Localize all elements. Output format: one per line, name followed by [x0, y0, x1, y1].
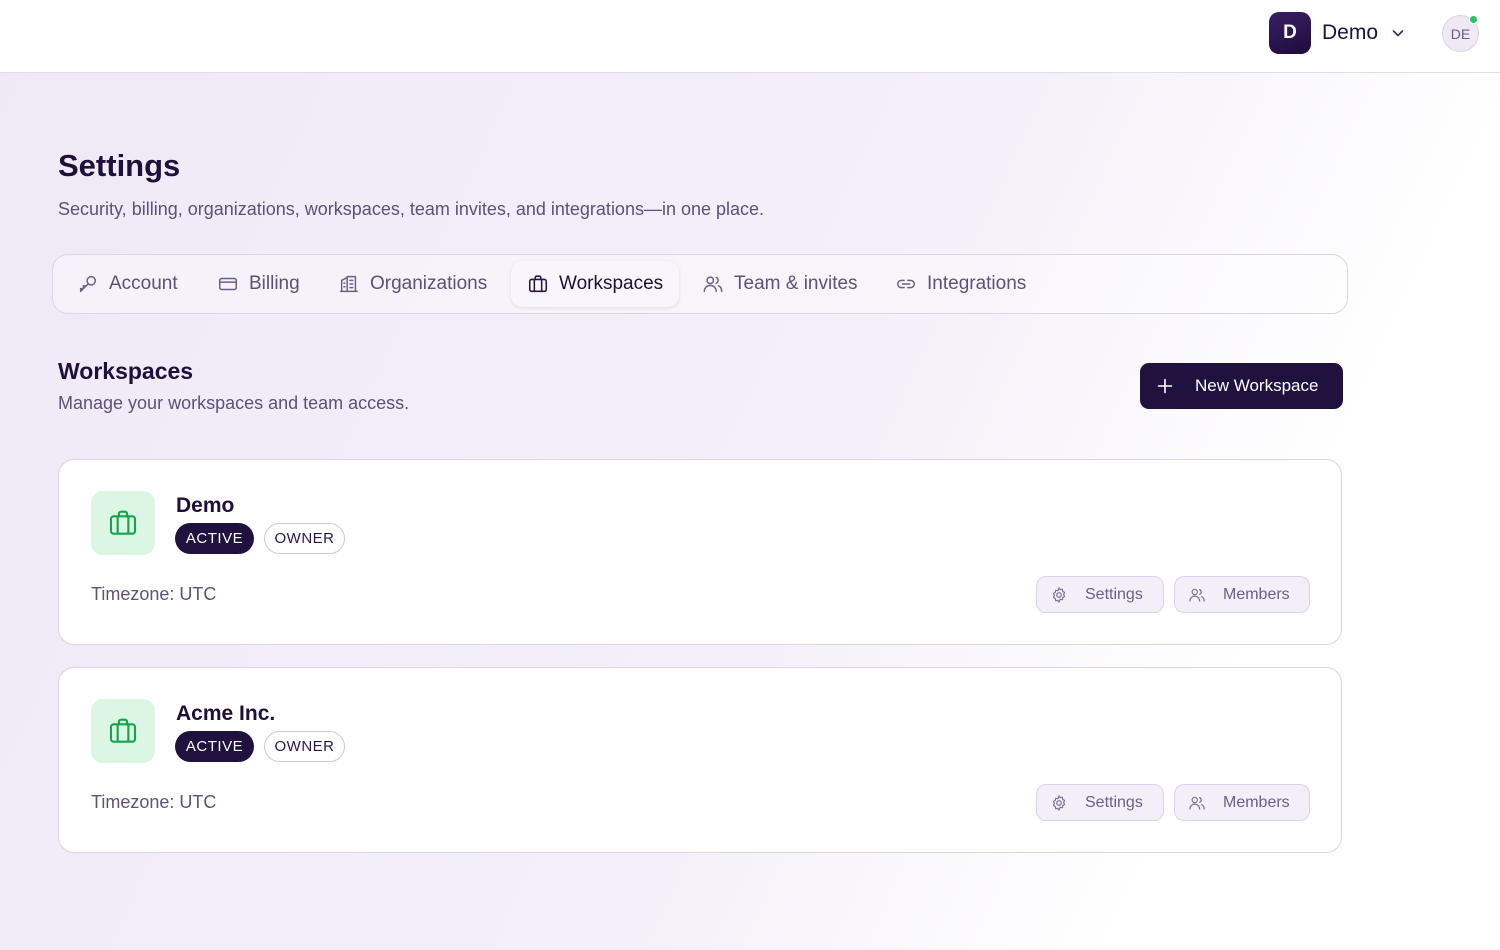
- tab-organizations-label: Organizations: [370, 273, 488, 294]
- status-badge: ACTIVE: [175, 523, 254, 554]
- tab-billing-label: Billing: [249, 273, 300, 294]
- tab-account[interactable]: Account: [61, 261, 194, 307]
- workspace-card: Demo ACTIVE OWNER Timezone: UTC Settings…: [58, 459, 1342, 645]
- workspace-members-label: Members: [1223, 585, 1290, 603]
- settings-tabs: Account Billing Organizations Workspaces…: [52, 254, 1348, 314]
- status-badge: ACTIVE: [175, 731, 254, 762]
- key-icon: [79, 275, 97, 293]
- workspace-avatar: D: [1269, 12, 1311, 54]
- page-title: Settings: [58, 148, 181, 183]
- role-badge: OWNER: [264, 523, 345, 554]
- workspace-name: Acme Inc.: [176, 702, 276, 725]
- briefcase-icon: [109, 718, 137, 743]
- gear-icon: [1052, 794, 1066, 811]
- building-icon: [340, 275, 358, 293]
- new-workspace-button[interactable]: New Workspace: [1140, 363, 1343, 409]
- workspace-members-button[interactable]: Members: [1174, 784, 1310, 821]
- tab-account-label: Account: [109, 273, 178, 294]
- workspace-settings-label: Settings: [1085, 793, 1143, 811]
- users-icon: [1189, 796, 1205, 810]
- role-badge: OWNER: [264, 731, 345, 762]
- workspace-switcher[interactable]: D Demo: [1269, 12, 1406, 54]
- workspace-timezone: Timezone: UTC: [91, 792, 217, 812]
- workspace-members-label: Members: [1223, 793, 1290, 811]
- workspace-name: Demo: [176, 494, 235, 517]
- plus-icon: [1157, 378, 1173, 394]
- workspace-icon-tile: [91, 491, 155, 555]
- workspace-members-button[interactable]: Members: [1174, 576, 1310, 613]
- section-subtitle: Manage your workspaces and team access.: [58, 393, 410, 413]
- tab-integrations[interactable]: Integrations: [879, 261, 1042, 307]
- tab-integrations-label: Integrations: [927, 273, 1027, 294]
- online-status-indicator: [1469, 15, 1478, 24]
- workspace-settings-label: Settings: [1085, 585, 1143, 603]
- tab-workspaces-label: Workspaces: [559, 273, 664, 294]
- workspace-settings-button[interactable]: Settings: [1036, 576, 1164, 613]
- tab-organizations[interactable]: Organizations: [322, 261, 503, 307]
- briefcase-icon: [528, 275, 548, 293]
- workspace-settings-button[interactable]: Settings: [1036, 784, 1164, 821]
- workspace-icon-tile: [91, 699, 155, 763]
- users-icon: [1189, 588, 1205, 602]
- section-title: Workspaces: [58, 358, 194, 384]
- workspace-card: Acme Inc. ACTIVE OWNER Timezone: UTC Set…: [58, 667, 1342, 853]
- workspace-switcher-name: Demo: [1322, 21, 1379, 44]
- page-subtitle: Security, billing, organizations, worksp…: [58, 199, 765, 219]
- chevron-down-icon: [1392, 30, 1404, 37]
- users-icon: [703, 276, 723, 293]
- top-bar: D Demo DE: [0, 0, 1500, 73]
- tab-billing[interactable]: Billing: [201, 261, 316, 307]
- gear-icon: [1052, 586, 1066, 603]
- briefcase-icon: [109, 510, 137, 535]
- tab-team-invites[interactable]: Team & invites: [686, 261, 874, 307]
- link-icon: [897, 279, 915, 289]
- tab-workspaces[interactable]: Workspaces: [511, 261, 680, 307]
- new-workspace-label: New Workspace: [1195, 376, 1319, 395]
- tab-team-invites-label: Team & invites: [734, 273, 858, 294]
- credit-card-icon: [219, 277, 237, 291]
- workspace-timezone: Timezone: UTC: [91, 584, 217, 604]
